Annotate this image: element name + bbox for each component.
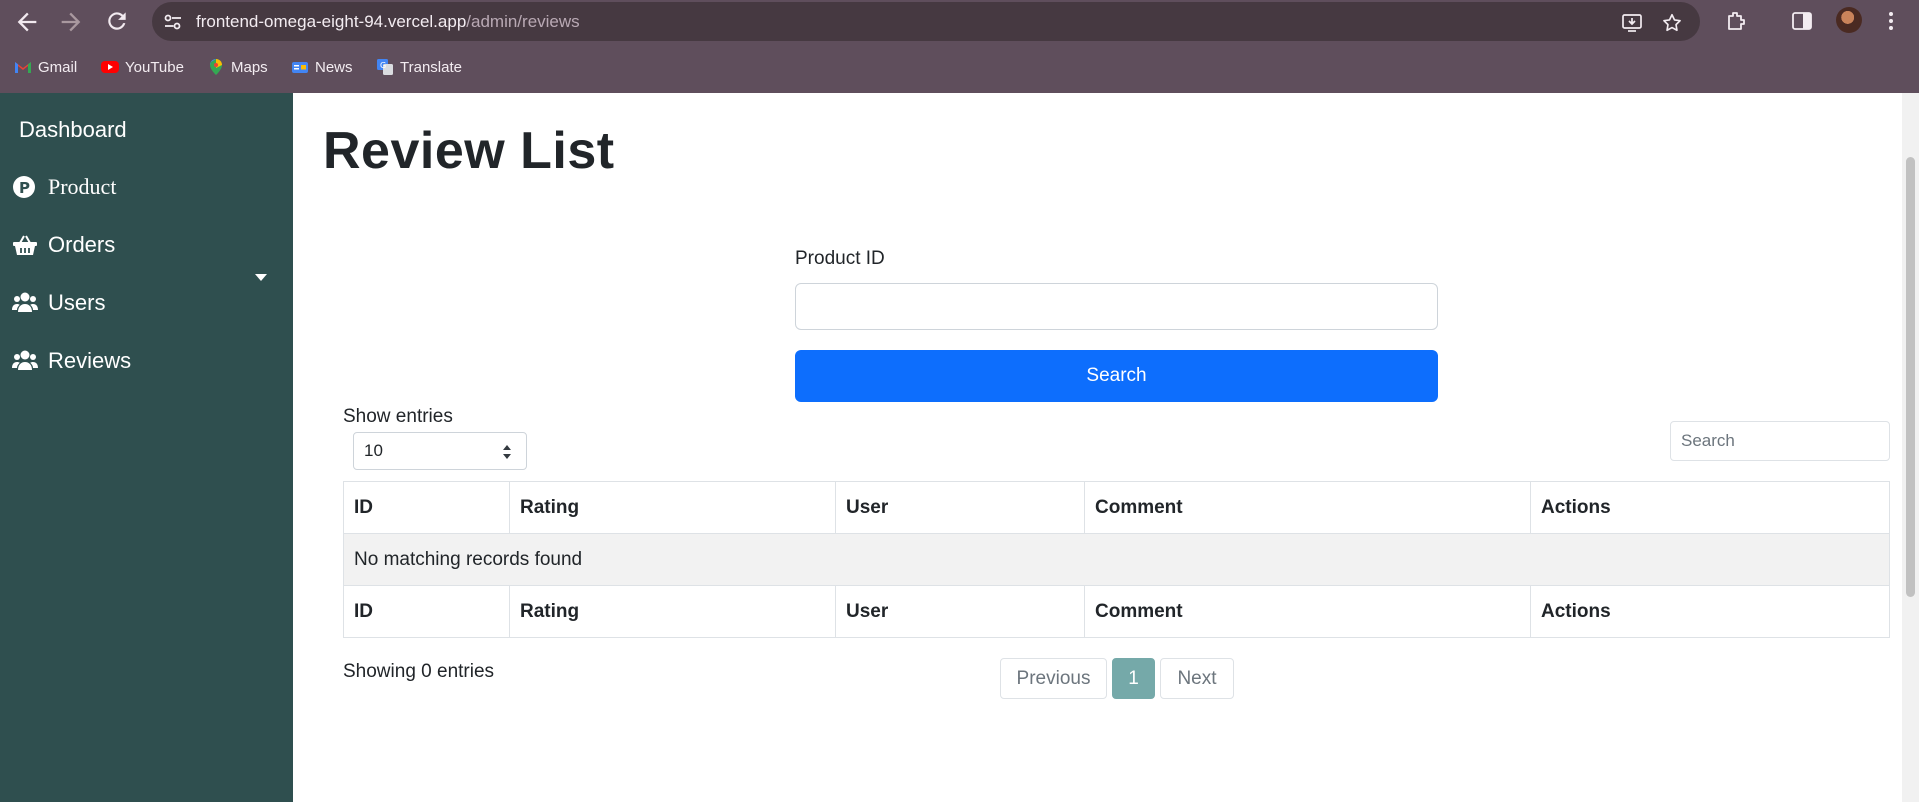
bookmark-label: Gmail	[38, 58, 78, 76]
news-icon	[291, 58, 309, 76]
column-header-rating[interactable]: Rating	[509, 481, 836, 534]
maps-icon	[207, 58, 225, 76]
product-id-label: Product ID	[795, 248, 885, 269]
scrollbar-thumb[interactable]	[1906, 157, 1915, 597]
sidebar-item-label: Orders	[48, 232, 116, 257]
bookmark-news[interactable]: News	[291, 56, 353, 78]
basket-icon	[12, 233, 38, 257]
extensions-icon[interactable]	[1724, 9, 1748, 33]
url-host: frontend-omega-eight-94.vercel.app	[196, 12, 467, 31]
bookmark-label: News	[315, 58, 353, 76]
gmail-icon	[14, 58, 32, 76]
empty-message: No matching records found	[343, 533, 1890, 586]
sidebar-item-reviews[interactable]: Reviews	[12, 348, 131, 374]
url-path: /admin/reviews	[466, 12, 580, 31]
sidebar-item-product[interactable]: P Product	[12, 174, 116, 200]
url-text[interactable]: frontend-omega-eight-94.vercel.app/admin…	[196, 12, 580, 32]
table-row: No matching records found	[343, 533, 1890, 586]
bookmark-label: Translate	[400, 58, 462, 76]
install-icon[interactable]	[1621, 12, 1643, 34]
reviews-table: ID Rating User Comment Actions No matchi…	[343, 481, 1890, 638]
sidebar-item-label: Reviews	[48, 348, 132, 373]
column-header-user[interactable]: User	[835, 481, 1085, 534]
sidebar-item-orders[interactable]: Orders	[12, 232, 115, 258]
sidebar-item-dashboard[interactable]: Dashboard	[19, 117, 127, 143]
table-footer-row: ID Rating User Comment Actions	[343, 585, 1890, 638]
translate-icon: G	[376, 58, 394, 76]
main-content: Review List Product ID Search Show entri…	[293, 93, 1902, 802]
chevron-down-icon[interactable]	[255, 274, 267, 281]
next-page-button[interactable]: Next	[1160, 658, 1234, 699]
previous-page-button[interactable]: Previous	[1000, 658, 1107, 699]
sidebar-item-label: Users	[48, 290, 106, 315]
profile-avatar[interactable]	[1836, 7, 1862, 33]
sidebar: Dashboard P Product Orders Users Reviews	[0, 93, 293, 802]
column-header-id[interactable]: ID	[343, 481, 510, 534]
column-footer-comment: Comment	[1084, 585, 1531, 638]
users-icon	[12, 349, 38, 373]
showing-entries-text: Showing 0 entries	[343, 661, 495, 682]
entries-selected-value: 10	[364, 441, 383, 460]
bookmark-star-icon[interactable]	[1661, 12, 1683, 34]
column-header-actions[interactable]: Actions	[1530, 481, 1890, 534]
svg-text:P: P	[19, 179, 30, 197]
table-header-row: ID Rating User Comment Actions	[343, 481, 1890, 534]
bookmark-gmail[interactable]: Gmail	[14, 56, 77, 78]
reload-icon[interactable]	[103, 8, 131, 36]
sidebar-item-label: Product	[48, 174, 117, 199]
address-bar[interactable]: frontend-omega-eight-94.vercel.app/admin…	[152, 2, 1700, 41]
forward-icon[interactable]	[57, 8, 85, 36]
bookmark-label: YouTube	[125, 58, 184, 76]
column-footer-user: User	[835, 585, 1085, 638]
page-scrollbar[interactable]	[1902, 93, 1919, 802]
product-p-icon: P	[12, 175, 38, 199]
back-icon[interactable]	[13, 8, 41, 36]
browser-chrome: frontend-omega-eight-94.vercel.app/admin…	[0, 0, 1919, 93]
bookmark-translate[interactable]: G Translate	[376, 56, 462, 78]
sidebar-item-label: Dashboard	[19, 117, 127, 142]
users-icon	[12, 291, 38, 315]
bookmark-youtube[interactable]: YouTube	[101, 56, 184, 78]
table-search-input[interactable]	[1670, 421, 1890, 461]
sort-arrows-icon	[502, 444, 512, 460]
side-panel-icon[interactable]	[1790, 9, 1814, 33]
search-button[interactable]: Search	[795, 350, 1438, 402]
page-1-button[interactable]: 1	[1112, 658, 1155, 699]
column-footer-id: ID	[343, 585, 510, 638]
svg-text:G: G	[380, 61, 386, 70]
product-id-input[interactable]	[795, 283, 1438, 330]
column-header-comment[interactable]: Comment	[1084, 481, 1531, 534]
entries-select[interactable]: 10	[353, 432, 527, 470]
sidebar-item-users[interactable]: Users	[12, 290, 105, 316]
bookmarks-bar: Gmail YouTube Maps News G Translate	[0, 50, 1919, 86]
menu-icon[interactable]	[1886, 9, 1896, 33]
bookmark-label: Maps	[231, 58, 268, 76]
youtube-icon	[101, 58, 119, 76]
page-title: Review List	[323, 122, 615, 180]
bookmark-maps[interactable]: Maps	[207, 56, 268, 78]
column-footer-rating: Rating	[509, 585, 836, 638]
show-entries-label: Show entries	[343, 406, 453, 427]
site-info-icon[interactable]	[162, 11, 184, 33]
column-footer-actions: Actions	[1530, 585, 1890, 638]
